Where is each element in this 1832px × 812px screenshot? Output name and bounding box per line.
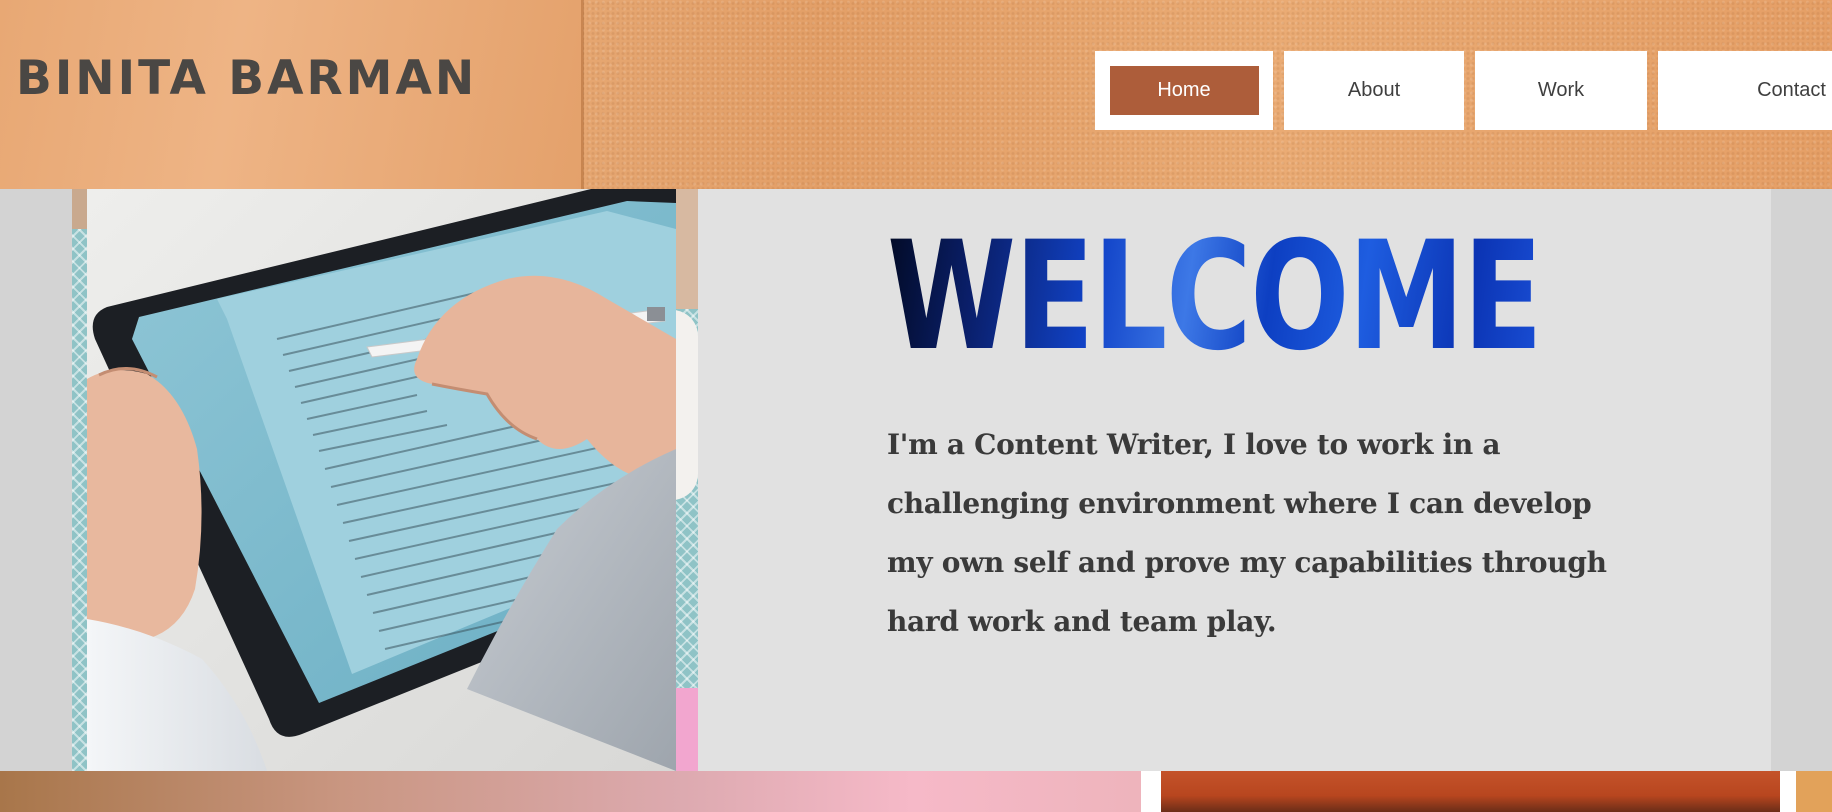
nav-item-home[interactable]: Home xyxy=(1095,51,1273,130)
orange-block xyxy=(1796,771,1832,812)
nav-item-work-label: Work xyxy=(1537,79,1585,101)
intro-line: challenging environment where I can deve… xyxy=(887,487,1592,520)
intro-line: hard work and team play. xyxy=(887,605,1277,638)
header-seam xyxy=(581,0,584,189)
intro-line: my own self and prove my capabilities th… xyxy=(887,546,1607,579)
left-decor-strip-top xyxy=(72,189,87,229)
nav-item-about[interactable]: About xyxy=(1284,51,1464,130)
nav-home-active-pill[interactable]: Home xyxy=(1109,66,1259,115)
nav-item-about-label: About xyxy=(1347,79,1401,101)
banner-divider xyxy=(1141,771,1161,812)
welcome-heading: WELCOME xyxy=(887,210,1543,384)
nav-item-work[interactable]: Work xyxy=(1475,51,1647,130)
nav-item-contact-label: Contact xyxy=(1757,79,1826,101)
gradient-banner xyxy=(0,771,1141,812)
tablet-writing-photo xyxy=(87,189,676,771)
banner-divider xyxy=(1780,771,1796,812)
site-logo[interactable]: BINITA BARMAN xyxy=(16,51,477,106)
left-decor-strip xyxy=(72,189,87,771)
nav-item-contact[interactable]: Contact xyxy=(1658,51,1832,130)
intro-paragraph: I'm a Content Writer, I love to work in … xyxy=(887,415,1647,651)
nav-item-home-label: Home xyxy=(1157,79,1211,101)
site-header: BINITA BARMAN Home About Work Contact xyxy=(0,0,1832,189)
right-decor-strip-top xyxy=(676,189,698,309)
right-decor-strip-bottom xyxy=(676,688,698,771)
portrait-photo-preview xyxy=(1161,771,1780,812)
intro-line: I'm a Content Writer, I love to work in … xyxy=(887,428,1501,461)
